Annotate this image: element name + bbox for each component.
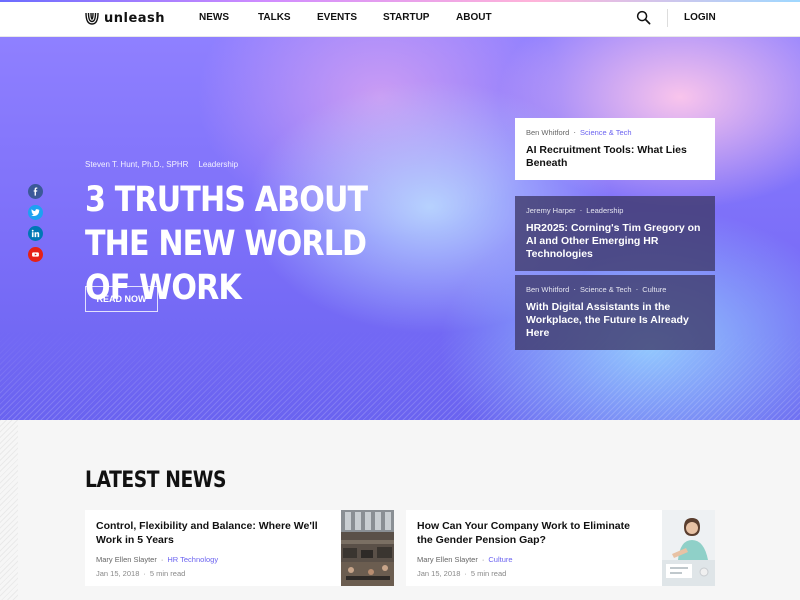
- card-author[interactable]: Ben Whitford: [526, 285, 569, 294]
- news-body: How Can Your Company Work to Eliminate t…: [417, 520, 647, 578]
- card-category[interactable]: Science & Tech: [580, 285, 632, 294]
- hero-category[interactable]: Leadership: [198, 160, 238, 169]
- card-title[interactable]: With Digital Assistants in the Workplace…: [526, 301, 704, 340]
- facebook-icon[interactable]: [28, 184, 43, 199]
- card-title[interactable]: HR2025: Corning's Tim Gregory on AI and …: [526, 222, 704, 261]
- decorative-stripes: [0, 420, 18, 600]
- news-date-line: Jan 15, 2018 · 5 min read: [96, 569, 186, 578]
- hero-banner: Steven T. Hunt, Ph.D., SPHR Leadership 3…: [0, 37, 800, 420]
- news-date: Jan 15, 2018: [417, 569, 461, 578]
- header-divider: [667, 9, 668, 27]
- site-header: unleash NEWS TALKS EVENTS STARTUP ABOUT …: [0, 0, 800, 37]
- featured-card[interactable]: Ben Whitford · Science & Tech AI Recruit…: [515, 118, 715, 180]
- unleash-logo-icon: [85, 12, 99, 25]
- latest-news-heading: LATEST NEWS: [85, 468, 227, 493]
- logo[interactable]: unleash: [84, 9, 165, 27]
- search-icon[interactable]: [636, 10, 651, 25]
- nav-about[interactable]: ABOUT: [456, 12, 492, 23]
- twitter-icon[interactable]: [28, 205, 43, 220]
- news-body: Control, Flexibility and Balance: Where …: [96, 520, 326, 578]
- news-author[interactable]: Mary Ellen Slayter: [417, 555, 478, 564]
- news-card[interactable]: How Can Your Company Work to Eliminate t…: [406, 510, 715, 586]
- office-photo[interactable]: [341, 510, 394, 586]
- news-category[interactable]: HR Technology: [167, 555, 218, 564]
- news-title[interactable]: Control, Flexibility and Balance: Where …: [96, 520, 326, 547]
- hero-meta: Steven T. Hunt, Ph.D., SPHR Leadership: [85, 160, 238, 169]
- news-date: Jan 15, 2018: [96, 569, 140, 578]
- featured-card[interactable]: Jeremy Harper · Leadership HR2025: Corni…: [515, 196, 715, 271]
- card-category[interactable]: Leadership: [586, 206, 623, 215]
- news-category[interactable]: Culture: [488, 555, 512, 564]
- news-date-line: Jan 15, 2018 · 5 min read: [417, 569, 507, 578]
- read-now-button[interactable]: READ NOW: [85, 286, 158, 312]
- card-category[interactable]: Culture: [642, 285, 666, 294]
- card-title[interactable]: AI Recruitment Tools: What Lies Beneath: [526, 144, 704, 170]
- card-meta: Ben Whitford · Science & Tech: [526, 128, 632, 137]
- featured-card[interactable]: Ben Whitford · Science & Tech · Culture …: [515, 275, 715, 350]
- nav-news[interactable]: NEWS: [199, 12, 229, 23]
- card-author[interactable]: Jeremy Harper: [526, 206, 576, 215]
- news-byline: Mary Ellen Slayter · HR Technology: [96, 555, 219, 564]
- news-author[interactable]: Mary Ellen Slayter: [96, 555, 157, 564]
- youtube-icon[interactable]: [28, 247, 43, 262]
- card-category[interactable]: Science & Tech: [580, 128, 632, 137]
- news-byline: Mary Ellen Slayter · Culture: [417, 555, 513, 564]
- hero-author[interactable]: Steven T. Hunt, Ph.D., SPHR: [85, 160, 188, 169]
- news-card[interactable]: Control, Flexibility and Balance: Where …: [85, 510, 394, 586]
- news-read-time: 5 min read: [149, 569, 186, 578]
- news-read-time: 5 min read: [470, 569, 507, 578]
- card-author[interactable]: Ben Whitford: [526, 128, 569, 137]
- linkedin-icon[interactable]: [28, 226, 43, 241]
- news-title[interactable]: How Can Your Company Work to Eliminate t…: [417, 520, 647, 547]
- nav-talks[interactable]: TALKS: [258, 12, 291, 23]
- login-button[interactable]: LOGIN: [684, 12, 716, 23]
- woman-photo[interactable]: [662, 510, 715, 586]
- card-meta: Ben Whitford · Science & Tech · Culture: [526, 285, 667, 294]
- logo-text: unleash: [104, 10, 166, 26]
- card-meta: Jeremy Harper · Leadership: [526, 206, 624, 215]
- nav-events[interactable]: EVENTS: [317, 12, 357, 23]
- nav-startup[interactable]: STARTUP: [383, 12, 429, 23]
